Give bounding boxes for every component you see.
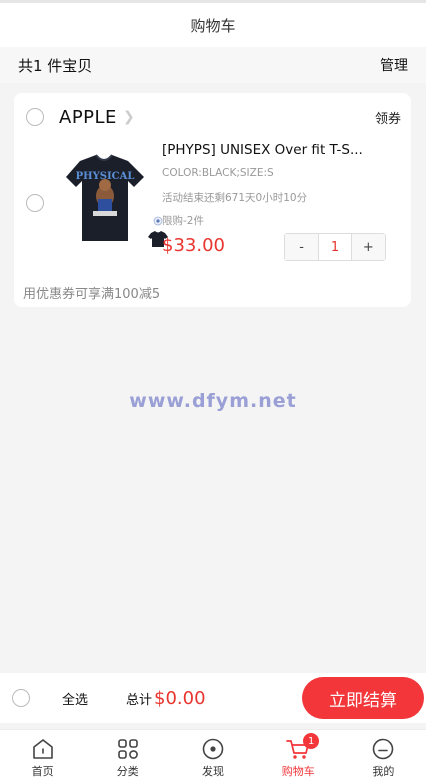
tab-label: 分类	[116, 765, 139, 778]
tab-profile[interactable]: 我的	[341, 730, 426, 779]
bottom-tab-bar: 首页 分类 发现 1 购物车 我的	[0, 729, 426, 779]
watermark: www.dfym.net	[129, 390, 297, 412]
product-spec: COLOR:BLACK;SIZE:S	[162, 167, 274, 179]
product-thumbnail[interactable]: PHYSICAL	[52, 141, 170, 251]
profile-icon	[373, 738, 394, 760]
discover-icon	[202, 738, 224, 760]
checkout-bar: 全选 总计 $0.00 立即结算	[0, 673, 426, 723]
total-value: $0.00	[154, 687, 206, 709]
item-count: 共1 件宝贝	[18, 56, 93, 75]
tab-category[interactable]: 分类	[85, 730, 170, 779]
checkout-button[interactable]: 立即结算	[302, 677, 424, 719]
store-name[interactable]: APPLE	[59, 107, 117, 128]
product-price: $33.00	[162, 235, 225, 256]
home-icon	[32, 739, 53, 759]
header: 购物车	[0, 0, 426, 47]
increase-quantity-button[interactable]: +	[351, 234, 385, 260]
tab-label: 购物车	[281, 765, 315, 778]
decrease-quantity-button[interactable]: -	[285, 234, 319, 260]
select-all-label[interactable]: 全选	[62, 689, 88, 708]
purchase-limit: 限购-2件	[162, 215, 204, 227]
page-title: 购物车	[190, 16, 236, 35]
quantity-stepper: - 1 +	[284, 233, 386, 261]
store-select-radio[interactable]	[26, 108, 44, 126]
tab-home[interactable]: 首页	[0, 730, 85, 779]
category-icon	[117, 739, 138, 759]
tab-label: 我的	[372, 765, 395, 778]
promo-countdown: 活动结束还剩671天0小时10分	[162, 192, 308, 204]
product-title[interactable]: [PHYPS] UNISEX Over fit T-S...	[162, 142, 400, 158]
tab-label: 首页	[31, 765, 54, 778]
get-coupon-button[interactable]: 领券	[375, 108, 401, 127]
item-select-radio[interactable]	[26, 194, 44, 212]
total-label: 总计	[126, 692, 153, 708]
tab-cart[interactable]: 1 购物车	[256, 730, 341, 779]
quantity-value[interactable]: 1	[318, 234, 352, 260]
tab-label: 发现	[202, 765, 224, 778]
select-all-radio[interactable]	[12, 689, 30, 707]
cart-badge: 1	[303, 733, 320, 749]
store-card: APPLE ❯ 领券 PHYSICAL [PHYPS] UNISEX Over …	[14, 93, 411, 307]
coupon-promo-text: 用优惠券可享满100减5	[23, 287, 161, 302]
tab-discover[interactable]: 发现	[170, 730, 255, 779]
cart-summary-bar: 共1 件宝贝 管理	[0, 47, 426, 83]
chevron-right-icon: ❯	[122, 109, 135, 125]
store-header: APPLE ❯ 领券	[26, 105, 401, 129]
manage-button[interactable]: 管理	[380, 55, 408, 75]
